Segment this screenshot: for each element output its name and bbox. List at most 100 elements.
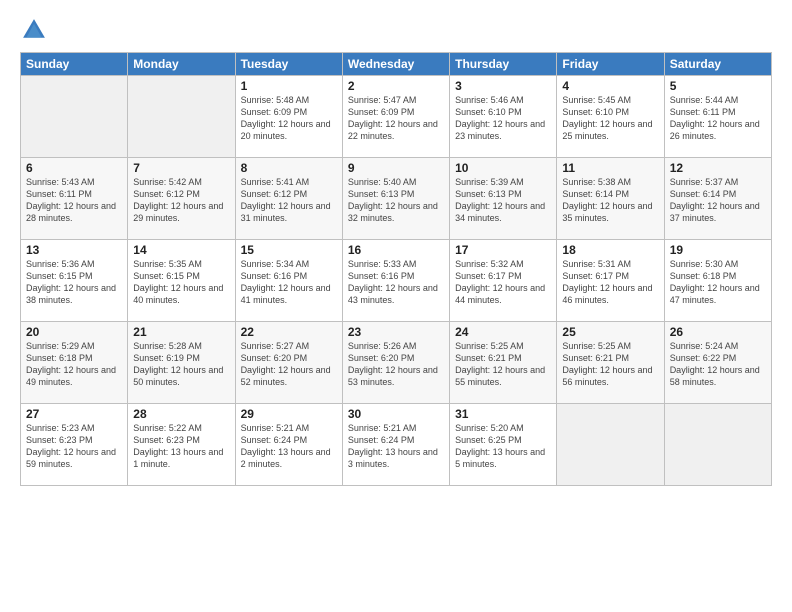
calendar-cell: 4Sunrise: 5:45 AM Sunset: 6:10 PM Daylig… — [557, 76, 664, 158]
day-info: Sunrise: 5:21 AM Sunset: 6:24 PM Dayligh… — [241, 422, 337, 471]
calendar-cell: 8Sunrise: 5:41 AM Sunset: 6:12 PM Daylig… — [235, 158, 342, 240]
calendar: SundayMondayTuesdayWednesdayThursdayFrid… — [20, 52, 772, 486]
weekday-header-friday: Friday — [557, 53, 664, 76]
day-info: Sunrise: 5:48 AM Sunset: 6:09 PM Dayligh… — [241, 94, 337, 143]
weekday-header-saturday: Saturday — [664, 53, 771, 76]
calendar-week-row: 20Sunrise: 5:29 AM Sunset: 6:18 PM Dayli… — [21, 322, 772, 404]
day-number: 26 — [670, 325, 766, 339]
calendar-week-row: 13Sunrise: 5:36 AM Sunset: 6:15 PM Dayli… — [21, 240, 772, 322]
day-number: 13 — [26, 243, 122, 257]
day-info: Sunrise: 5:25 AM Sunset: 6:21 PM Dayligh… — [562, 340, 658, 389]
day-info: Sunrise: 5:27 AM Sunset: 6:20 PM Dayligh… — [241, 340, 337, 389]
calendar-cell: 26Sunrise: 5:24 AM Sunset: 6:22 PM Dayli… — [664, 322, 771, 404]
day-number: 28 — [133, 407, 229, 421]
day-number: 15 — [241, 243, 337, 257]
calendar-cell: 6Sunrise: 5:43 AM Sunset: 6:11 PM Daylig… — [21, 158, 128, 240]
day-info: Sunrise: 5:36 AM Sunset: 6:15 PM Dayligh… — [26, 258, 122, 307]
weekday-header-sunday: Sunday — [21, 53, 128, 76]
calendar-cell: 30Sunrise: 5:21 AM Sunset: 6:24 PM Dayli… — [342, 404, 449, 486]
weekday-header-wednesday: Wednesday — [342, 53, 449, 76]
day-number: 16 — [348, 243, 444, 257]
calendar-cell: 24Sunrise: 5:25 AM Sunset: 6:21 PM Dayli… — [450, 322, 557, 404]
weekday-header-row: SundayMondayTuesdayWednesdayThursdayFrid… — [21, 53, 772, 76]
calendar-cell: 3Sunrise: 5:46 AM Sunset: 6:10 PM Daylig… — [450, 76, 557, 158]
day-info: Sunrise: 5:21 AM Sunset: 6:24 PM Dayligh… — [348, 422, 444, 471]
day-info: Sunrise: 5:38 AM Sunset: 6:14 PM Dayligh… — [562, 176, 658, 225]
calendar-cell: 9Sunrise: 5:40 AM Sunset: 6:13 PM Daylig… — [342, 158, 449, 240]
calendar-cell: 13Sunrise: 5:36 AM Sunset: 6:15 PM Dayli… — [21, 240, 128, 322]
day-number: 17 — [455, 243, 551, 257]
day-number: 7 — [133, 161, 229, 175]
calendar-cell — [557, 404, 664, 486]
day-info: Sunrise: 5:26 AM Sunset: 6:20 PM Dayligh… — [348, 340, 444, 389]
calendar-cell: 22Sunrise: 5:27 AM Sunset: 6:20 PM Dayli… — [235, 322, 342, 404]
day-info: Sunrise: 5:34 AM Sunset: 6:16 PM Dayligh… — [241, 258, 337, 307]
day-info: Sunrise: 5:22 AM Sunset: 6:23 PM Dayligh… — [133, 422, 229, 471]
day-number: 20 — [26, 325, 122, 339]
day-info: Sunrise: 5:46 AM Sunset: 6:10 PM Dayligh… — [455, 94, 551, 143]
day-number: 24 — [455, 325, 551, 339]
day-info: Sunrise: 5:32 AM Sunset: 6:17 PM Dayligh… — [455, 258, 551, 307]
calendar-cell: 23Sunrise: 5:26 AM Sunset: 6:20 PM Dayli… — [342, 322, 449, 404]
calendar-cell: 18Sunrise: 5:31 AM Sunset: 6:17 PM Dayli… — [557, 240, 664, 322]
day-info: Sunrise: 5:29 AM Sunset: 6:18 PM Dayligh… — [26, 340, 122, 389]
calendar-week-row: 1Sunrise: 5:48 AM Sunset: 6:09 PM Daylig… — [21, 76, 772, 158]
day-info: Sunrise: 5:41 AM Sunset: 6:12 PM Dayligh… — [241, 176, 337, 225]
calendar-cell: 31Sunrise: 5:20 AM Sunset: 6:25 PM Dayli… — [450, 404, 557, 486]
day-number: 12 — [670, 161, 766, 175]
day-info: Sunrise: 5:31 AM Sunset: 6:17 PM Dayligh… — [562, 258, 658, 307]
day-number: 6 — [26, 161, 122, 175]
day-number: 30 — [348, 407, 444, 421]
day-number: 25 — [562, 325, 658, 339]
day-number: 10 — [455, 161, 551, 175]
calendar-cell: 19Sunrise: 5:30 AM Sunset: 6:18 PM Dayli… — [664, 240, 771, 322]
calendar-cell: 11Sunrise: 5:38 AM Sunset: 6:14 PM Dayli… — [557, 158, 664, 240]
weekday-header-monday: Monday — [128, 53, 235, 76]
day-info: Sunrise: 5:23 AM Sunset: 6:23 PM Dayligh… — [26, 422, 122, 471]
day-number: 1 — [241, 79, 337, 93]
day-number: 9 — [348, 161, 444, 175]
calendar-cell: 25Sunrise: 5:25 AM Sunset: 6:21 PM Dayli… — [557, 322, 664, 404]
calendar-cell: 7Sunrise: 5:42 AM Sunset: 6:12 PM Daylig… — [128, 158, 235, 240]
logo — [20, 16, 54, 44]
header — [20, 16, 772, 44]
day-info: Sunrise: 5:25 AM Sunset: 6:21 PM Dayligh… — [455, 340, 551, 389]
calendar-cell: 29Sunrise: 5:21 AM Sunset: 6:24 PM Dayli… — [235, 404, 342, 486]
day-info: Sunrise: 5:24 AM Sunset: 6:22 PM Dayligh… — [670, 340, 766, 389]
day-number: 4 — [562, 79, 658, 93]
day-number: 14 — [133, 243, 229, 257]
weekday-header-thursday: Thursday — [450, 53, 557, 76]
day-info: Sunrise: 5:44 AM Sunset: 6:11 PM Dayligh… — [670, 94, 766, 143]
day-info: Sunrise: 5:43 AM Sunset: 6:11 PM Dayligh… — [26, 176, 122, 225]
calendar-cell: 14Sunrise: 5:35 AM Sunset: 6:15 PM Dayli… — [128, 240, 235, 322]
day-info: Sunrise: 5:47 AM Sunset: 6:09 PM Dayligh… — [348, 94, 444, 143]
calendar-cell: 10Sunrise: 5:39 AM Sunset: 6:13 PM Dayli… — [450, 158, 557, 240]
calendar-week-row: 6Sunrise: 5:43 AM Sunset: 6:11 PM Daylig… — [21, 158, 772, 240]
day-info: Sunrise: 5:28 AM Sunset: 6:19 PM Dayligh… — [133, 340, 229, 389]
calendar-cell — [664, 404, 771, 486]
day-number: 8 — [241, 161, 337, 175]
day-number: 2 — [348, 79, 444, 93]
calendar-cell: 17Sunrise: 5:32 AM Sunset: 6:17 PM Dayli… — [450, 240, 557, 322]
calendar-cell: 15Sunrise: 5:34 AM Sunset: 6:16 PM Dayli… — [235, 240, 342, 322]
calendar-cell: 27Sunrise: 5:23 AM Sunset: 6:23 PM Dayli… — [21, 404, 128, 486]
day-number: 21 — [133, 325, 229, 339]
day-info: Sunrise: 5:33 AM Sunset: 6:16 PM Dayligh… — [348, 258, 444, 307]
day-info: Sunrise: 5:39 AM Sunset: 6:13 PM Dayligh… — [455, 176, 551, 225]
day-number: 11 — [562, 161, 658, 175]
day-info: Sunrise: 5:42 AM Sunset: 6:12 PM Dayligh… — [133, 176, 229, 225]
day-info: Sunrise: 5:40 AM Sunset: 6:13 PM Dayligh… — [348, 176, 444, 225]
day-info: Sunrise: 5:30 AM Sunset: 6:18 PM Dayligh… — [670, 258, 766, 307]
day-number: 3 — [455, 79, 551, 93]
day-number: 27 — [26, 407, 122, 421]
calendar-cell: 20Sunrise: 5:29 AM Sunset: 6:18 PM Dayli… — [21, 322, 128, 404]
day-info: Sunrise: 5:45 AM Sunset: 6:10 PM Dayligh… — [562, 94, 658, 143]
day-number: 29 — [241, 407, 337, 421]
day-number: 18 — [562, 243, 658, 257]
calendar-cell: 21Sunrise: 5:28 AM Sunset: 6:19 PM Dayli… — [128, 322, 235, 404]
day-number: 31 — [455, 407, 551, 421]
calendar-cell: 28Sunrise: 5:22 AM Sunset: 6:23 PM Dayli… — [128, 404, 235, 486]
day-number: 19 — [670, 243, 766, 257]
day-info: Sunrise: 5:37 AM Sunset: 6:14 PM Dayligh… — [670, 176, 766, 225]
calendar-cell — [128, 76, 235, 158]
